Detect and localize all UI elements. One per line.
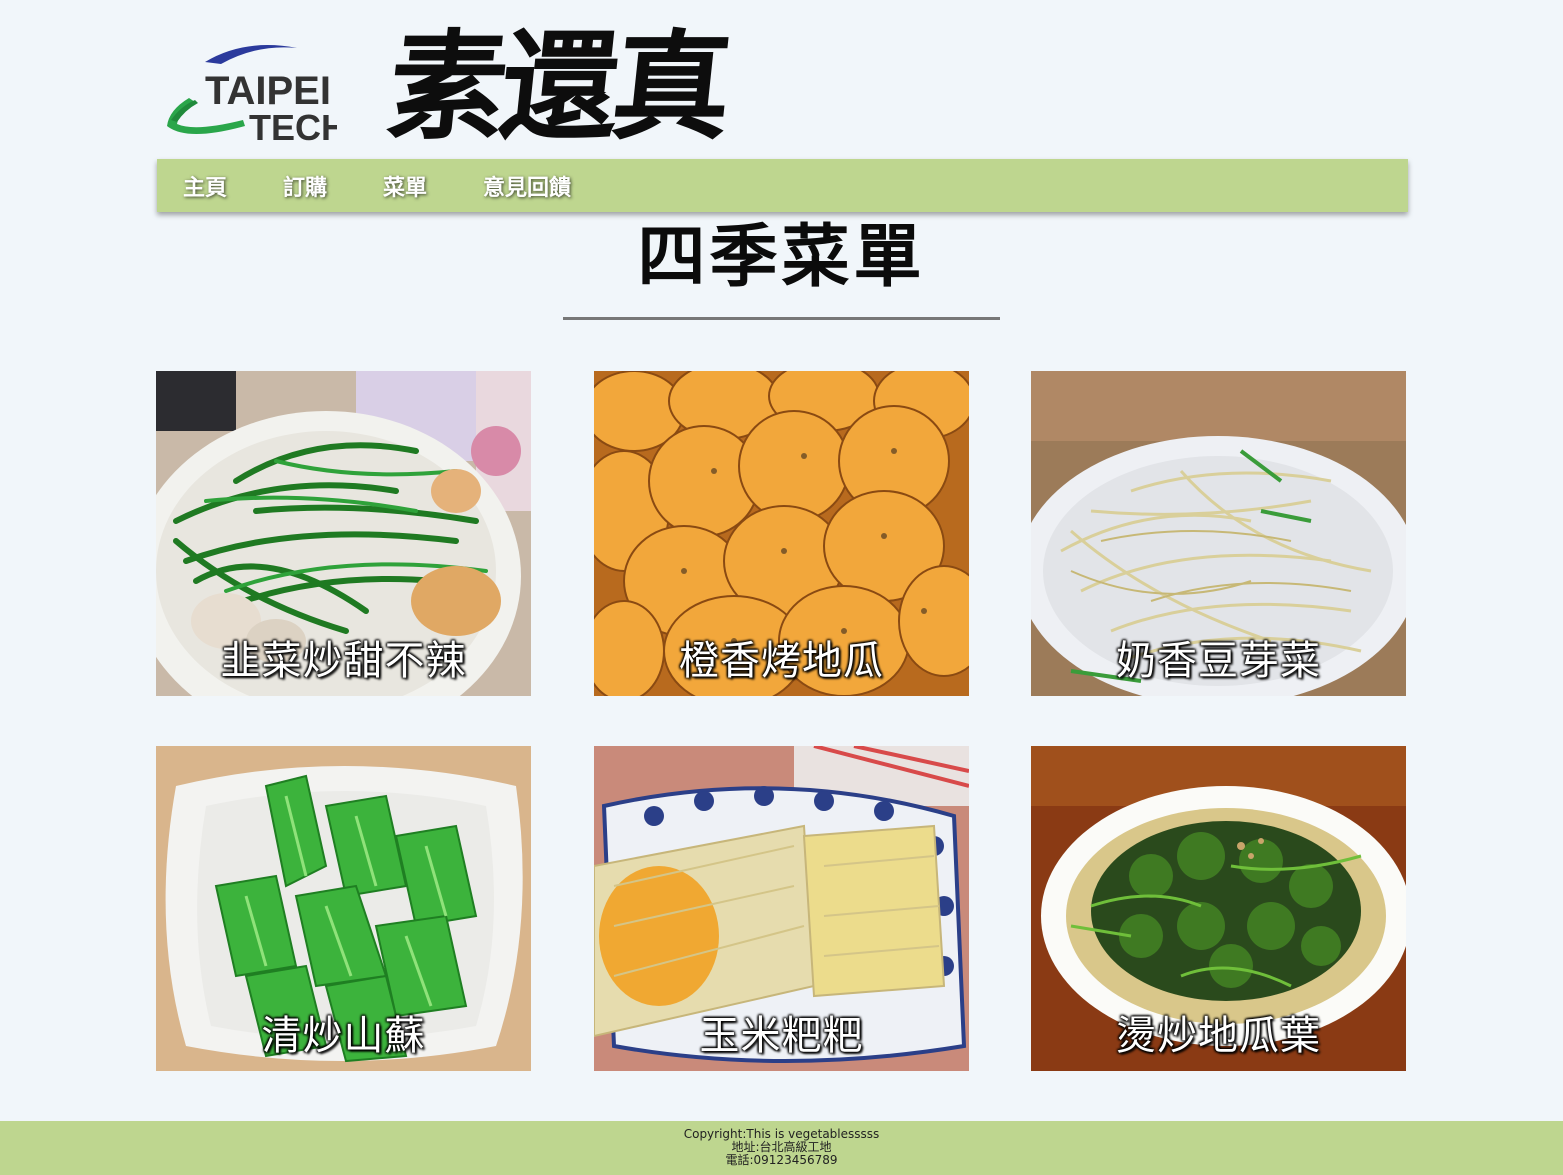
page-title: 四季菜單 — [637, 218, 926, 297]
menu-card-bird-nest-fern[interactable]: 清炒山蘇 — [156, 746, 531, 1071]
menu-card-corn-cake[interactable]: 玉米粑粑 — [594, 746, 969, 1071]
dish-name: 橙香烤地瓜 — [679, 638, 884, 684]
nav-item-home[interactable]: 主頁 — [183, 170, 227, 202]
dish-name: 玉米粑粑 — [699, 1013, 864, 1059]
menu-card-sweet-potato-leaves[interactable]: 燙炒地瓜葉 — [1031, 746, 1406, 1071]
dish-name: 清炒山蘇 — [261, 1013, 426, 1059]
nav-item-feedback[interactable]: 意見回饋 — [483, 170, 571, 202]
title-divider — [563, 317, 1000, 320]
dish-name: 韭菜炒甜不辣 — [220, 638, 467, 684]
nav-item-menu[interactable]: 菜單 — [383, 170, 427, 202]
dish-name: 燙炒地瓜葉 — [1116, 1013, 1321, 1059]
taipei-tech-logo[interactable]: TAIPEI TECH — [165, 40, 337, 145]
footer-phone: 電話:09123456789 — [725, 1153, 838, 1167]
menu-card-roasted-sweet-potato[interactable]: 橙香烤地瓜 — [594, 371, 969, 696]
menu-grid: 韭菜炒甜不辣 橙香烤地瓜 奶香豆芽菜 清炒山蘇 玉米粑粑 燙炒地瓜葉 — [156, 371, 1407, 1071]
main-nav: 主頁 訂購 菜單 意見回饋 — [157, 159, 1408, 212]
logo-line2: TECH — [249, 107, 337, 145]
dish-name: 奶香豆芽菜 — [1116, 638, 1321, 684]
nav-item-order[interactable]: 訂購 — [283, 170, 327, 202]
menu-card-chive-stirfry[interactable]: 韭菜炒甜不辣 — [156, 371, 531, 696]
menu-card-bean-sprouts[interactable]: 奶香豆芽菜 — [1031, 371, 1406, 696]
logo-icon: TAIPEI TECH — [167, 45, 337, 145]
site-header: TAIPEI TECH 素還真 — [157, 0, 1408, 160]
brand-title: 素還真 — [381, 17, 733, 156]
site-footer: Copyright:This is vegetablesssss 地址:台北高級… — [0, 1121, 1563, 1175]
